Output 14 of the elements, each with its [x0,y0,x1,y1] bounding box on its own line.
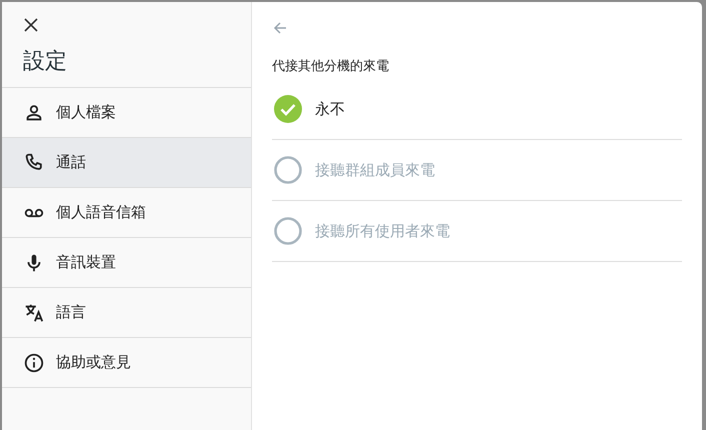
settings-title: 設定 [23,48,68,76]
section-heading: 代接其他分機的來電 [272,58,390,75]
sidebar-item[interactable]: 通話 [2,138,251,188]
radio-circle[interactable] [274,156,302,184]
info-icon [23,352,45,374]
radio-circle[interactable] [274,217,302,245]
radio-option[interactable]: 永不 [272,79,682,140]
close-button[interactable] [22,16,40,34]
sidebar-item[interactable]: 音訊裝置 [2,238,251,288]
sidebar-item[interactable]: 語言 [2,288,251,338]
check-circle-icon[interactable] [274,95,302,123]
sidebar-item[interactable]: 個人語音信箱 [2,188,251,238]
sidebar-item[interactable]: 協助或意見 [2,338,251,388]
back-icon[interactable] [272,20,288,36]
